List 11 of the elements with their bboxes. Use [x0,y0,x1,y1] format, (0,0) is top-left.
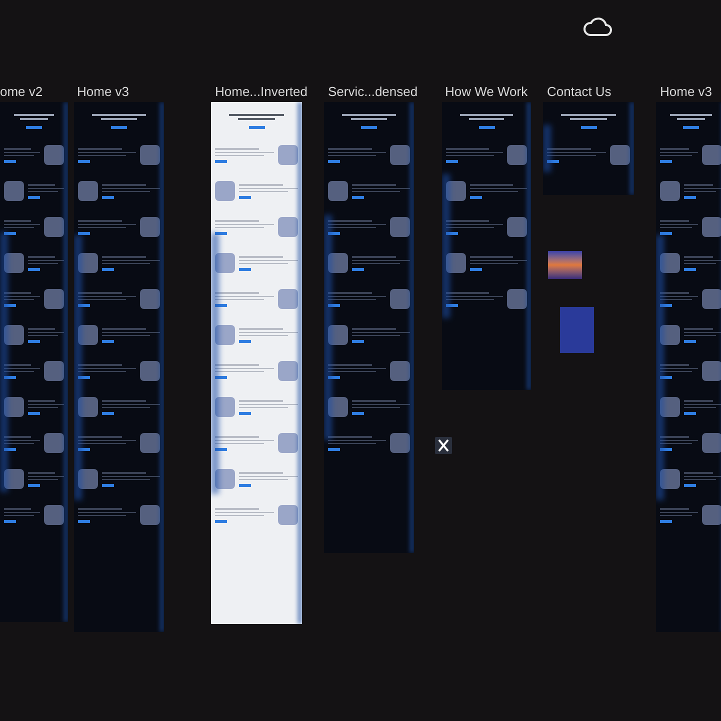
page-preview[interactable] [543,102,634,195]
frame-title[interactable]: Home v3 [77,82,130,102]
x-logo-icon[interactable] [435,437,452,454]
frame-title[interactable]: Home v3 [660,82,712,102]
sunset-photo-placeholder[interactable] [548,251,582,279]
frame-title[interactable]: Home...Inverted [215,82,308,102]
cloud-icon[interactable] [582,15,614,39]
frame-title[interactable]: Servic...densed [328,82,418,102]
frame-title[interactable]: ome v2 [0,82,43,102]
frame-title[interactable]: How We Work [445,82,528,102]
frame-title[interactable]: Contact Us [547,82,612,102]
